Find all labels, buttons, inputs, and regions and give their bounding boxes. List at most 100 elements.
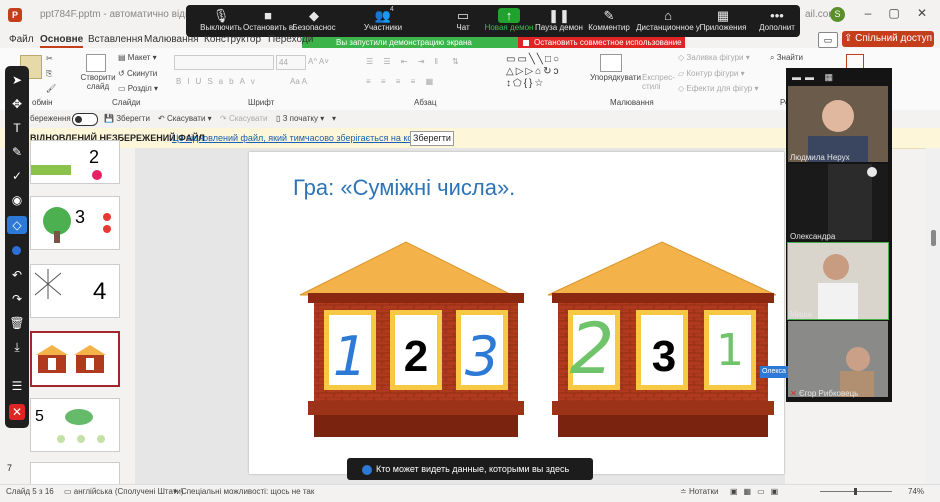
- zoom-chat-button[interactable]: ▭ Чат: [438, 8, 488, 36]
- zoom-share-screen-button[interactable]: ↑ Новая демон: [484, 8, 534, 36]
- redo-button[interactable]: ↷ Скасувати: [220, 114, 267, 123]
- avatar[interactable]: S: [830, 7, 845, 22]
- font-style-buttons[interactable]: BIUSabAv: [176, 77, 261, 86]
- eraser-icon[interactable]: ◇: [7, 216, 27, 234]
- zoom-participants-button[interactable]: 👥 Участники 4: [358, 6, 408, 36]
- shape-fill-button[interactable]: ◇ Заливка фігури ▾: [678, 53, 750, 62]
- video-tile-4[interactable]: [788, 321, 888, 397]
- video-tile-1[interactable]: [788, 86, 888, 162]
- video-tile-3[interactable]: [787, 242, 889, 320]
- notes-button[interactable]: ≐ Нотатки: [680, 487, 718, 496]
- slide-thumbnail-6[interactable]: 5: [30, 398, 120, 452]
- arrange-icon[interactable]: [600, 54, 622, 72]
- maximize-icon[interactable]: ▢: [884, 6, 904, 22]
- recovery-message-link[interactable]: Це відновлений файл, який тимчасово збер…: [172, 133, 450, 143]
- chat-icon: ▭: [456, 8, 470, 23]
- grow-font-icon[interactable]: A^ A˅: [308, 57, 329, 66]
- new-slide-icon[interactable]: [86, 54, 106, 72]
- recovery-save-button[interactable]: Зберегти: [410, 131, 454, 146]
- privacy-toast[interactable]: Кто может видеть данные, которыми вы зде…: [347, 458, 593, 496]
- participant-4-video: [788, 321, 888, 397]
- font-color-icon[interactable]: Aa A: [290, 77, 307, 86]
- redo-icon[interactable]: ↷: [5, 290, 29, 308]
- tab-transitions[interactable]: Переходи: [268, 34, 313, 45]
- layout-button[interactable]: ▤ Макет ▾: [118, 53, 157, 62]
- slide-thumbnail-4[interactable]: 4: [30, 264, 120, 318]
- select-arrow-icon[interactable]: ➤: [5, 71, 29, 89]
- tab-file[interactable]: Файл: [9, 34, 34, 45]
- thumbnail-2-art: 2: [31, 147, 102, 180]
- video-tile-2[interactable]: [788, 164, 888, 240]
- participant-name-1: Людмила Нерух: [790, 153, 850, 162]
- customize-qat-icon[interactable]: ▾: [332, 114, 336, 123]
- color-picker-icon[interactable]: [12, 246, 21, 255]
- slide-thumbnail-7[interactable]: [30, 462, 120, 486]
- move-icon[interactable]: ✥: [5, 95, 29, 113]
- find-button[interactable]: ⌕ Знайти: [770, 53, 803, 63]
- text-tool-icon[interactable]: T: [5, 119, 29, 137]
- slide-thumbnail-5[interactable]: [30, 331, 120, 387]
- close-icon[interactable]: ✕: [912, 6, 932, 22]
- format-painter-icon[interactable]: 🖌: [46, 84, 56, 93]
- right-house-foundation: [558, 415, 768, 437]
- checkmark-icon[interactable]: ✓: [5, 167, 29, 185]
- zoom-pause-button[interactable]: ❚❚ Пауза демон: [534, 8, 584, 36]
- language-indicator[interactable]: ▭ англійська (Сполучені Штати): [64, 487, 184, 496]
- from-start-button[interactable]: ▯ З початку ▾: [276, 114, 324, 123]
- new-slide-button[interactable]: Створити слайд: [80, 73, 116, 91]
- align-buttons[interactable]: ≡ ≡ ≡ ≡ ▦: [366, 77, 437, 86]
- minimize-icon[interactable]: –: [858, 6, 878, 22]
- list-buttons[interactable]: ☰ ☰ ⇤ ⇥ ‖: [366, 57, 442, 66]
- save-button[interactable]: 💾 Зберегти: [104, 114, 150, 123]
- undo-button[interactable]: ↶ Скасувати ▾: [158, 114, 212, 123]
- participant-name-2: Олександра: [790, 232, 836, 241]
- trash-icon[interactable]: 🗑: [5, 314, 29, 332]
- share-button[interactable]: ⇪ Спільний доступ: [842, 31, 934, 47]
- autosave-toggle[interactable]: [72, 113, 98, 126]
- info-icon: [362, 464, 372, 475]
- left-house-roof: [299, 241, 513, 296]
- slide-thumbnail-3[interactable]: 3: [30, 196, 120, 250]
- arrange-button[interactable]: Упорядкувати: [590, 73, 641, 82]
- section-button[interactable]: ▭ Розділ ▾: [118, 84, 158, 93]
- zoom-microphone-button[interactable]: 🎙 Выключить: [196, 8, 246, 36]
- tab-draw[interactable]: Малювання: [144, 34, 199, 45]
- view-buttons[interactable]: ▣▦▭▣: [730, 487, 784, 496]
- accessibility-indicator[interactable]: ✦ Спеціальні можливості: щось не так: [172, 487, 314, 496]
- zoom-video-camera-button[interactable]: ■ Остановить в: [243, 8, 293, 36]
- tab-home[interactable]: Основне: [40, 34, 84, 48]
- video-layout-icons[interactable]: ▬▬ ▦: [792, 72, 837, 83]
- participant-2-video: [788, 164, 888, 240]
- font-size-field[interactable]: 44: [276, 55, 306, 70]
- font-name-field[interactable]: [174, 55, 274, 70]
- slide-title[interactable]: Гра: «Суміжні числа».: [293, 175, 515, 201]
- tab-insert[interactable]: Вставлення: [88, 34, 143, 45]
- spotlight-icon[interactable]: ◉: [5, 191, 29, 209]
- zoom-apps-button[interactable]: ▦ Приложения: [698, 8, 748, 36]
- quick-styles-button[interactable]: Експрес-стилі: [642, 73, 678, 91]
- scrollbar-thumb[interactable]: [931, 230, 936, 246]
- shapes-gallery[interactable]: ▭▭╲╲□○ △▷▷⌂↻ↄ ↕⬠{}☆: [506, 54, 586, 90]
- undo-icon[interactable]: ↶: [5, 266, 29, 284]
- shape-effects-button[interactable]: ◇ Ефекти для фігур ▾: [678, 84, 758, 93]
- reset-button[interactable]: ↺ Скинути: [118, 69, 157, 78]
- menu-icon[interactable]: ☰: [5, 377, 29, 395]
- pen-icon[interactable]: ✎: [5, 143, 29, 161]
- close-annotation-icon[interactable]: ✕: [9, 404, 25, 420]
- comments-icon[interactable]: ▭: [818, 32, 838, 48]
- zoom-shield-button[interactable]: ◆ Безопаснос: [289, 8, 339, 36]
- zoom-pencil-button[interactable]: ✎ Комментир: [584, 8, 634, 36]
- slide-thumbnail-2[interactable]: 2: [30, 140, 120, 184]
- vertical-scrollbar[interactable]: [925, 148, 940, 484]
- tab-design[interactable]: Конструктор: [204, 34, 261, 45]
- download-icon[interactable]: ⤓: [5, 338, 29, 356]
- shape-outline-button[interactable]: ▱ Контур фігури ▾: [678, 69, 745, 78]
- copy-icon[interactable]: ⎘: [46, 69, 52, 79]
- text-direction-icon[interactable]: ⇅: [452, 57, 459, 66]
- zoom-remote-control-button[interactable]: ⌂ Дистанционное у: [634, 8, 702, 36]
- houses-picture[interactable]: 1 2 3 2 3 1: [290, 205, 785, 473]
- cut-icon[interactable]: ✂: [46, 54, 53, 63]
- zoom-more-button[interactable]: ••• Дополнит: [752, 8, 802, 36]
- zoom-level[interactable]: 74%: [908, 487, 924, 496]
- zoom-slider-thumb[interactable]: [854, 488, 857, 495]
